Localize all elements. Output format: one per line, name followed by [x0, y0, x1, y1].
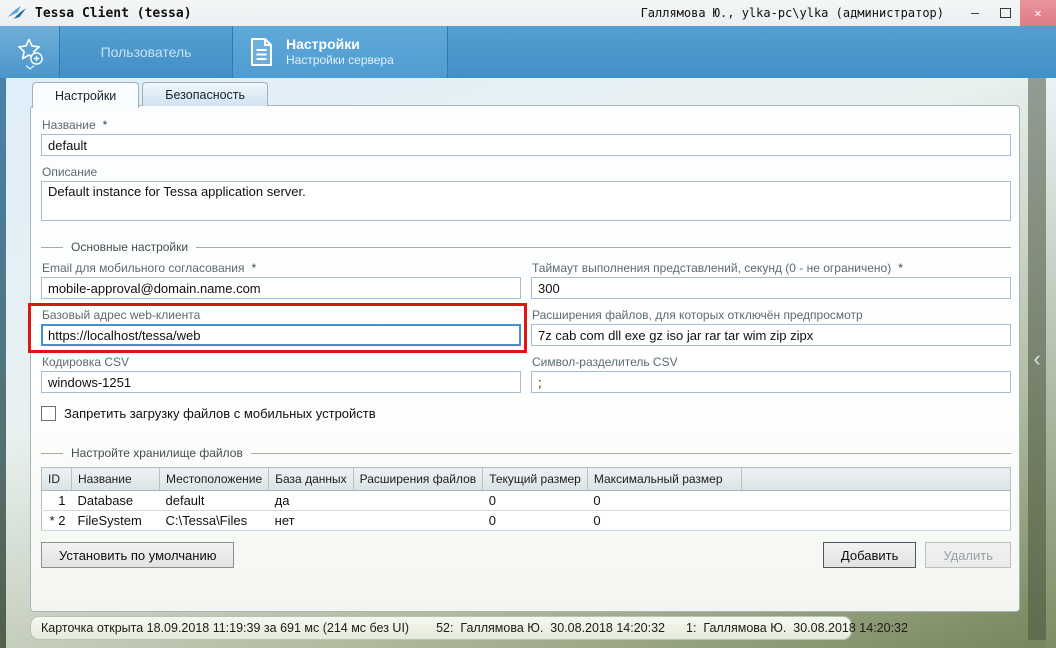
toolbar-settings-title: Настройки: [286, 36, 394, 54]
card-opened-status: Карточка открыта 18.09.2018 11:19:39 за …: [41, 621, 409, 635]
csv-encoding-input[interactable]: [41, 371, 521, 393]
table-cell-filler: [741, 491, 1010, 511]
web-client-address-input[interactable]: [41, 324, 521, 346]
column-header[interactable]: Текущий размер: [483, 468, 588, 491]
column-header[interactable]: Максимальный размер: [587, 468, 741, 491]
table-cell: default: [160, 491, 269, 511]
main-settings-group-header: Основные настройки: [41, 240, 1011, 254]
name-input[interactable]: [41, 134, 1011, 156]
close-button[interactable]: ✕: [1020, 0, 1056, 26]
column-header[interactable]: База данных: [269, 468, 353, 491]
app-window: Tessa Client (tessa) Галлямова Ю., ylka-…: [0, 0, 1056, 648]
maximize-button[interactable]: [990, 0, 1020, 26]
storage-table: IDНазваниеМестоположениеБаза данныхРасши…: [41, 467, 1011, 531]
table-cell: 0: [483, 511, 588, 531]
document-icon: [248, 36, 275, 68]
web-client-address-label: Базовый адрес web-клиента: [42, 308, 521, 322]
main-toolbar: Пользователь Настройки Настройки сервера: [0, 26, 1056, 78]
status-bar: Карточка открыта 18.09.2018 11:19:39 за …: [30, 616, 852, 640]
column-header[interactable]: Местоположение: [160, 468, 269, 491]
content-area: ‹ Настройки Безопасность Название* Описа…: [0, 78, 1056, 648]
title-bar: Tessa Client (tessa) Галлямова Ю., ylka-…: [0, 0, 1056, 26]
toolbar-separator: [447, 26, 448, 78]
description-label: Описание: [42, 165, 1011, 179]
tab-security[interactable]: Безопасность: [142, 82, 268, 106]
set-default-button[interactable]: Установить по умолчанию: [41, 542, 234, 568]
table-cell: да: [269, 491, 353, 511]
left-frame-edge: [0, 78, 6, 648]
forbid-mobile-upload-row[interactable]: Запретить загрузку файлов с мобильных ус…: [41, 406, 1011, 421]
window-title: Tessa Client (tessa): [35, 6, 192, 21]
table-cell: 0: [587, 491, 741, 511]
collapse-left-icon: ‹: [1033, 346, 1040, 372]
description-textarea[interactable]: Default instance for Tessa application s…: [41, 181, 1011, 221]
csv-separator-label: Символ-разделитель CSV: [532, 355, 1011, 369]
status-entry-52: 52: Галлямова Ю. 30.08.2018 14:20:32: [436, 621, 665, 635]
minimize-button[interactable]: –: [960, 0, 990, 26]
table-row[interactable]: 1Databasedefaultда 00: [42, 491, 1011, 511]
right-panel-splitter[interactable]: ‹: [1028, 78, 1046, 640]
table-buttons-row: Установить по умолчанию Добавить Удалить: [41, 542, 1011, 568]
file-storage-group-header: Настройте хранилище файлов: [41, 446, 1011, 460]
settings-form-card: Название* Описание Default instance for …: [30, 105, 1020, 612]
table-cell: 1: [42, 491, 72, 511]
table-cell-filler: [741, 511, 1010, 531]
logged-in-user: Галлямова Ю., ylka-pc\ylka (администрато…: [641, 6, 944, 20]
table-cell: нет: [269, 511, 353, 531]
table-cell: * 2: [42, 511, 72, 531]
tessa-logo-icon: [8, 6, 26, 20]
table-cell: 0: [587, 511, 741, 531]
mobile-approval-email-input[interactable]: [41, 277, 521, 299]
toolbar-item-settings[interactable]: Настройки Настройки сервера: [233, 26, 447, 78]
forbid-mobile-upload-checkbox[interactable]: [41, 406, 56, 421]
column-header[interactable]: Расширения файлов: [353, 468, 483, 491]
maximize-icon: [1000, 8, 1011, 18]
toolbar-item-user[interactable]: Пользователь: [60, 26, 232, 78]
toolbar-settings-subtitle: Настройки сервера: [286, 53, 394, 68]
views-timeout-input[interactable]: [531, 277, 1011, 299]
right-frame-edge: [1046, 78, 1056, 648]
disabled-preview-extensions-input[interactable]: [531, 324, 1011, 346]
csv-encoding-label: Кодировка CSV: [42, 355, 521, 369]
timeout-label: Таймаут выполнения представлений, секунд…: [532, 261, 1011, 275]
favorites-add-button[interactable]: [0, 26, 59, 78]
column-header[interactable]: Название: [72, 468, 160, 491]
forbid-mobile-upload-label: Запретить загрузку файлов с мобильных ус…: [64, 406, 376, 421]
page-tabs: Настройки Безопасность: [32, 82, 268, 108]
name-label: Название*: [42, 118, 1011, 132]
email-label: Email для мобильного согласования*: [42, 261, 521, 275]
table-cell: C:\Tessa\Files: [160, 511, 269, 531]
status-entry-1: 1: Галлямова Ю. 30.08.2018 14:20:32: [686, 621, 908, 635]
tab-settings[interactable]: Настройки: [32, 82, 139, 108]
table-row[interactable]: * 2FileSystemC:\Tessa\Filesнет 00: [42, 511, 1011, 531]
table-cell: [353, 491, 483, 511]
column-header[interactable]: ID: [42, 468, 72, 491]
table-cell: [353, 511, 483, 531]
table-cell: Database: [72, 491, 160, 511]
disabled-preview-extensions-label: Расширения файлов, для которых отключён …: [532, 308, 1011, 322]
table-header-row: IDНазваниеМестоположениеБаза данныхРасши…: [42, 468, 1011, 491]
column-header-filler: [741, 468, 1010, 491]
table-cell: FileSystem: [72, 511, 160, 531]
delete-button[interactable]: Удалить: [925, 542, 1011, 568]
csv-separator-input[interactable]: [531, 371, 1011, 393]
add-button[interactable]: Добавить: [823, 542, 916, 568]
table-cell: 0: [483, 491, 588, 511]
chevron-down-icon: [25, 57, 35, 75]
